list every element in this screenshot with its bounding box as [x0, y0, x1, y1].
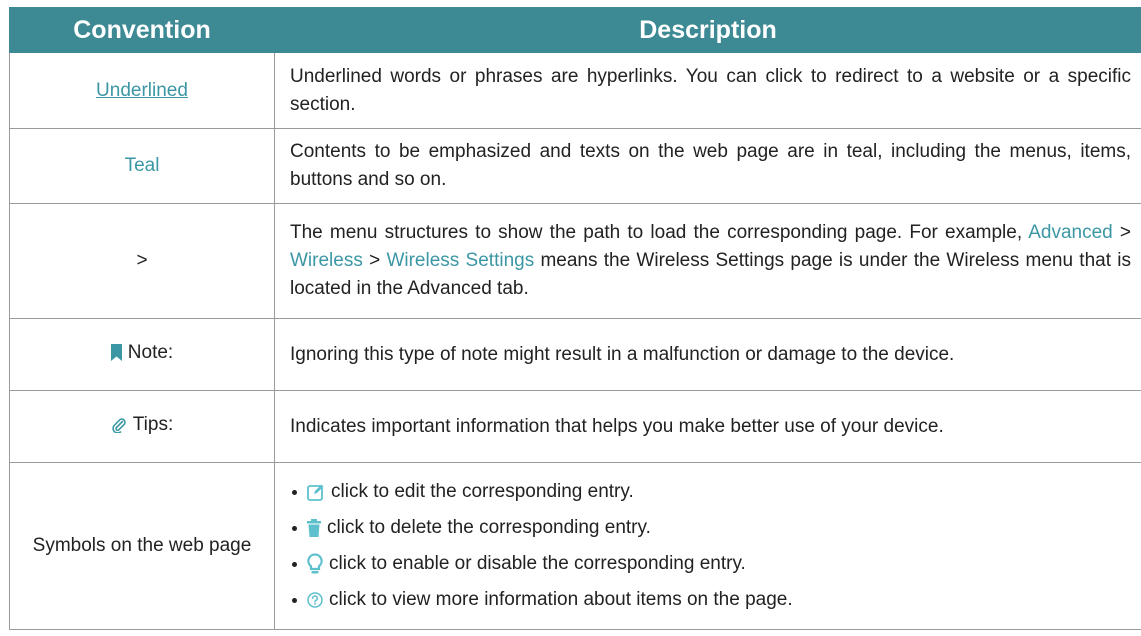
table-row: Tips: Indicates important information th… [9, 390, 1141, 463]
lightbulb-icon [307, 553, 323, 575]
symbol-enable-text: click to enable or disable the correspon… [329, 553, 746, 574]
list-item: click to enable or disable the correspon… [290, 546, 1131, 582]
table-header-row: Convention Description [9, 7, 1141, 53]
bullet [292, 561, 297, 567]
underlined-link[interactable]: Underlined [96, 80, 188, 101]
header-description: Description [274, 7, 1141, 53]
symbol-help-text: click to view more information about ite… [329, 589, 793, 610]
path-advanced: Advanced [1028, 222, 1113, 243]
symbols-list: click to edit the corresponding entry. c… [290, 474, 1131, 618]
convention-cell: Underlined [9, 52, 275, 129]
paperclip-icon [112, 418, 126, 433]
bullet [292, 525, 297, 531]
table-row: Underlined Underlined words or phrases a… [9, 52, 1141, 129]
description-cell: Underlined words or phrases are hyperlin… [274, 52, 1141, 129]
help-icon [307, 592, 323, 608]
symbol-edit-text: click to edit the corresponding entry. [331, 481, 634, 502]
header-convention: Convention [9, 7, 275, 53]
convention-cell: Note: [9, 318, 275, 391]
description-cell: Indicates important information that hel… [274, 390, 1141, 463]
convention-cell: Symbols on the web page [9, 462, 275, 630]
description-cell: The menu structures to show the path to … [274, 203, 1141, 319]
convention-cell: > [9, 203, 275, 319]
path-wireless: Wireless [290, 250, 363, 271]
bookmark-icon [110, 344, 122, 362]
note-label: Note: [110, 339, 174, 367]
bullet [292, 597, 297, 603]
note-text: Note: [127, 341, 174, 363]
convention-cell: Teal [9, 128, 275, 204]
conventions-table: Convention Description Underlined Underl… [9, 7, 1141, 630]
teal-label: Teal [124, 155, 160, 176]
description-cell: Ignoring this type of note might result … [274, 318, 1141, 391]
table-row: Symbols on the web page click to edit th… [9, 462, 1141, 630]
description-cell: click to edit the corresponding entry. c… [274, 462, 1141, 630]
list-item: click to view more information about ite… [290, 582, 1131, 618]
bullet [292, 489, 297, 495]
table-row: Teal Contents to be emphasized and texts… [9, 128, 1141, 204]
path-separator: > [1112, 222, 1131, 243]
tips-text: Tips: [132, 414, 174, 435]
description-cell: Contents to be emphasized and texts on t… [274, 128, 1141, 204]
list-item: click to delete the corresponding entry. [290, 510, 1131, 546]
tips-label: Tips: [111, 411, 173, 439]
symbol-delete-text: click to delete the corresponding entry. [327, 517, 651, 538]
table-row: Note: Ignoring this type of note might r… [9, 318, 1141, 391]
edit-icon [307, 483, 325, 501]
table-row: > The menu structures to show the path t… [9, 203, 1141, 319]
trash-icon [307, 519, 321, 537]
path-wireless-settings: Wireless Settings [386, 250, 535, 271]
convention-cell: Tips: [9, 390, 275, 463]
path-separator: > [362, 250, 387, 271]
description-prefix: The menu structures to show the path to … [290, 222, 1029, 243]
list-item: click to edit the corresponding entry. [290, 474, 1131, 510]
